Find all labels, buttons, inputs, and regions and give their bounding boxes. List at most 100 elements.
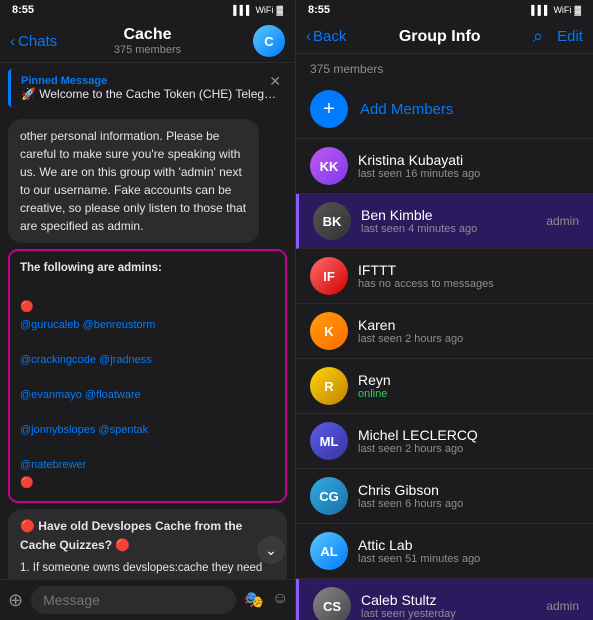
list-item[interactable]: AL Attic Lab last seen 51 minutes ago: [296, 524, 593, 579]
member-name: Kristina Kubayati: [358, 152, 579, 169]
emoji-icon[interactable]: ☺: [272, 590, 288, 610]
left-status-bar: 8:55 ▌▌▌ WiFi ▓: [0, 0, 295, 20]
right-time: 8:55: [308, 4, 330, 16]
avatar: IF: [310, 257, 348, 295]
list-item[interactable]: CG Chris Gibson last seen 6 hours ago: [296, 469, 593, 524]
chats-back-label: Chats: [18, 33, 57, 50]
chats-back-button[interactable]: ‹ Chats: [10, 33, 57, 50]
back-button[interactable]: ‹ Back: [306, 28, 346, 45]
message-input[interactable]: [31, 586, 236, 614]
member-status: last seen 2 hours ago: [358, 333, 579, 345]
member-status: last seen 51 minutes ago: [358, 553, 579, 565]
attach-icon[interactable]: ⊕: [8, 590, 23, 611]
members-count: 375 members: [296, 54, 593, 80]
edit-button[interactable]: Edit: [557, 28, 583, 45]
member-status: last seen yesterday: [361, 608, 538, 620]
right-panel: 8:55 ▌▌▌ WiFi ▓ ‹ Back Group Info ⌕ Edit…: [296, 0, 593, 620]
member-name: Caleb Stultz: [361, 592, 538, 609]
chevron-left-icon: ‹: [306, 28, 311, 45]
member-list: + Add Members KK Kristina Kubayati last …: [296, 80, 593, 620]
chat-input-bar: ⊕ 🎭 ☺ 🎤: [0, 579, 295, 620]
chevron-left-icon: ‹: [10, 33, 15, 50]
member-rows-container: KK Kristina Kubayati last seen 16 minute…: [296, 139, 593, 620]
close-icon[interactable]: ✕: [269, 73, 281, 90]
avatar: BK: [313, 202, 351, 240]
plus-icon: +: [323, 98, 335, 121]
message-devslopes-block: 🔴 Have old Devslopes Cache from the Cach…: [8, 509, 287, 579]
list-item[interactable]: KK Kristina Kubayati last seen 16 minute…: [296, 139, 593, 194]
devslopes-steps: 1. If someone owns devslopes:cache they …: [20, 559, 275, 579]
add-members-row[interactable]: + Add Members: [296, 80, 593, 139]
member-name: Karen: [358, 317, 579, 334]
left-status-icons: ▌▌▌ WiFi ▓: [233, 5, 283, 15]
right-status-bar: 8:55 ▌▌▌ WiFi ▓: [296, 0, 593, 20]
member-info: Chris Gibson last seen 6 hours ago: [358, 482, 579, 511]
chat-subtitle: 375 members: [114, 44, 181, 56]
avatar: KK: [310, 147, 348, 185]
admin-badge: admin: [546, 599, 579, 613]
back-label: Back: [313, 28, 346, 45]
chat-messages: other personal information. Please be ca…: [0, 113, 295, 579]
signal-icon: ▌▌▌: [531, 5, 550, 15]
battery-icon: ▓: [276, 5, 283, 15]
member-info: Caleb Stultz last seen yesterday: [361, 592, 538, 620]
admins-list: 🔴 @gurucaleb @benreustorm @crackingcode …: [20, 281, 275, 492]
list-item[interactable]: BK Ben Kimble last seen 4 minutes ago ad…: [296, 194, 593, 249]
group-info-title: Group Info: [399, 28, 481, 46]
left-time: 8:55: [12, 4, 34, 16]
member-name: Attic Lab: [358, 537, 579, 554]
left-panel: 8:55 ▌▌▌ WiFi ▓ ‹ Chats Cache 375 member…: [0, 0, 296, 620]
right-status-icons: ▌▌▌ WiFi ▓: [531, 5, 581, 15]
message-admins-block: The following are admins: 🔴 @gurucaleb @…: [8, 249, 287, 503]
member-status: online: [358, 388, 579, 400]
member-status: last seen 16 minutes ago: [358, 168, 579, 180]
avatar: ML: [310, 422, 348, 460]
member-info: IFTTT has no access to messages: [358, 262, 579, 291]
member-status: has no access to messages: [358, 278, 579, 290]
member-info: Michel LECLERCQ last seen 2 hours ago: [358, 427, 579, 456]
avatar: K: [310, 312, 348, 350]
pinned-message[interactable]: Pinned Message 🚀 Welcome to the Cache To…: [8, 69, 287, 107]
search-icon[interactable]: ⌕: [533, 26, 543, 47]
right-nav-bar: ‹ Back Group Info ⌕ Edit: [296, 20, 593, 54]
member-info: Kristina Kubayati last seen 16 minutes a…: [358, 152, 579, 181]
member-status: last seen 6 hours ago: [358, 498, 579, 510]
add-members-icon: +: [310, 90, 348, 128]
sticker-icon[interactable]: 🎭: [244, 590, 264, 610]
list-item[interactable]: CS Caleb Stultz last seen yesterday admi…: [296, 579, 593, 620]
member-info: Attic Lab last seen 51 minutes ago: [358, 537, 579, 566]
member-status: last seen 4 minutes ago: [361, 223, 538, 235]
member-status: last seen 2 hours ago: [358, 443, 579, 455]
left-nav-bar: ‹ Chats Cache 375 members C: [0, 20, 295, 63]
member-name: Ben Kimble: [361, 207, 538, 224]
scroll-down-button[interactable]: ⌄: [257, 536, 285, 564]
right-nav-actions: ⌕ Edit: [533, 26, 583, 47]
list-item[interactable]: R Reyn online: [296, 359, 593, 414]
member-name: Chris Gibson: [358, 482, 579, 499]
list-item[interactable]: K Karen last seen 2 hours ago: [296, 304, 593, 359]
avatar: R: [310, 367, 348, 405]
list-item[interactable]: ML Michel LECLERCQ last seen 2 hours ago: [296, 414, 593, 469]
member-info: Reyn online: [358, 372, 579, 401]
member-info: Ben Kimble last seen 4 minutes ago: [361, 207, 538, 236]
avatar[interactable]: C: [253, 25, 285, 57]
pinned-label: Pinned Message: [21, 75, 277, 87]
wifi-icon: WiFi: [553, 5, 571, 15]
devslopes-title: 🔴 Have old Devslopes Cache from the Cach…: [20, 517, 275, 555]
avatar: AL: [310, 532, 348, 570]
message-bubble-1: other personal information. Please be ca…: [8, 119, 259, 243]
avatar: CS: [313, 587, 351, 620]
member-info: Karen last seen 2 hours ago: [358, 317, 579, 346]
left-nav-title-block: Cache 375 members: [114, 26, 181, 56]
admins-title: The following are admins:: [20, 259, 275, 277]
list-item[interactable]: IF IFTTT has no access to messages: [296, 249, 593, 304]
member-name: IFTTT: [358, 262, 579, 279]
add-members-label: Add Members: [360, 101, 453, 118]
pinned-text: 🚀 Welcome to the Cache Token (CHE) Teleg…: [21, 87, 277, 101]
admin-badge: admin: [546, 214, 579, 228]
wifi-icon: WiFi: [255, 5, 273, 15]
member-name: Reyn: [358, 372, 579, 389]
chevron-down-icon: ⌄: [265, 542, 277, 559]
chat-title: Cache: [114, 26, 181, 44]
member-name: Michel LECLERCQ: [358, 427, 579, 444]
